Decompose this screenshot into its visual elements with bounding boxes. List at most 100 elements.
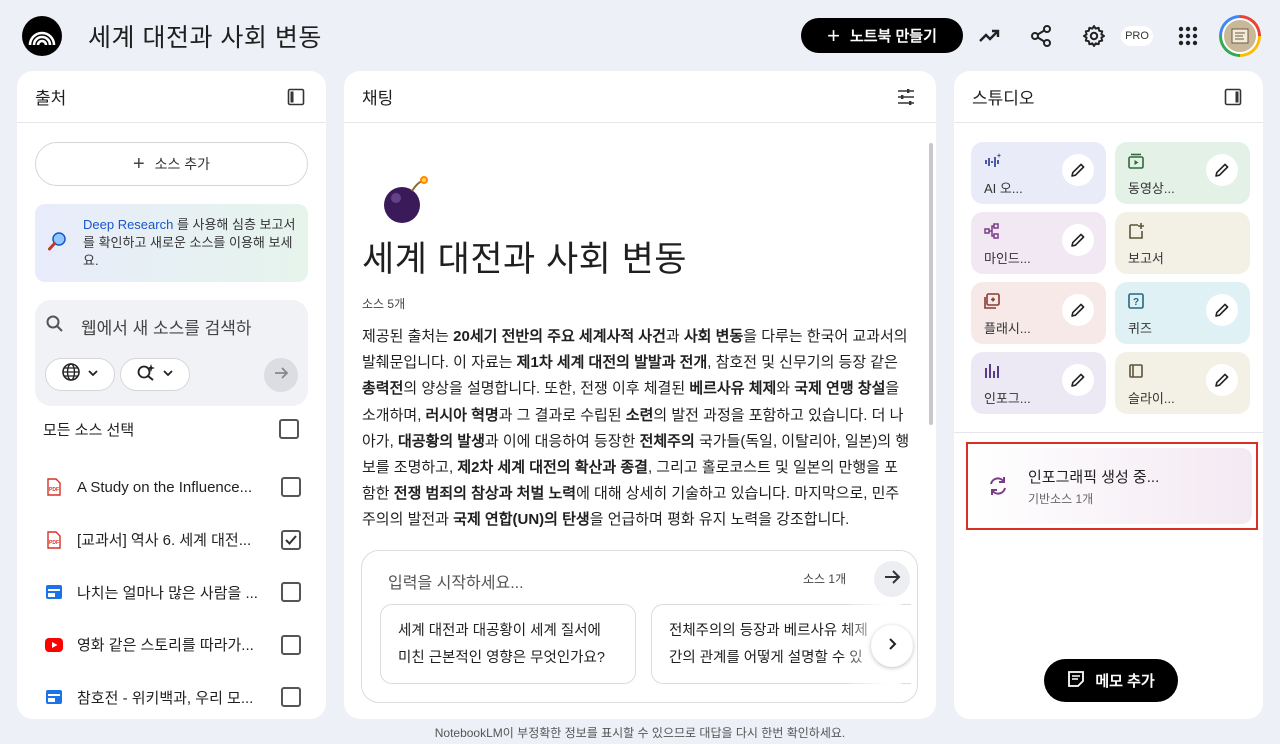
search-submit-button[interactable] (264, 358, 298, 392)
studio-tile[interactable]: AI 오... (971, 142, 1106, 204)
studio-tile[interactable]: 보고서 (1115, 212, 1250, 274)
studio-tile[interactable]: 플래시... (971, 282, 1106, 344)
collapse-panel-icon[interactable] (284, 85, 308, 109)
chevron-down-icon (162, 366, 174, 384)
create-notebook-button[interactable]: + 노트북 만들기 (801, 18, 963, 53)
select-all-checkbox[interactable] (279, 419, 299, 439)
notebook-title[interactable]: 세계 대전과 사회 변동 (88, 18, 322, 54)
quiz-icon: ? (1127, 292, 1145, 315)
infographic-generating-card[interactable]: 인포그래픽 생성 중... 기반소스 1개 (966, 442, 1258, 530)
send-button[interactable] (874, 561, 910, 597)
web-source-type-dropdown[interactable] (45, 358, 115, 391)
report-icon (1127, 222, 1145, 245)
footer-disclaimer: NotebookLM이 부정확한 정보를 표시할 수 있으므로 대답을 다시 한… (434, 726, 846, 740)
sparkle-search-icon (136, 362, 156, 387)
arrow-right-icon (272, 364, 290, 387)
source-item[interactable]: 나치는 얼마나 많은 사람을 ... (45, 566, 301, 619)
flashcard-icon (983, 292, 1001, 315)
summary-bold-text: 제2차 세계 대전의 확산과 종결 (457, 459, 648, 477)
chat-scrollbar[interactable] (929, 143, 933, 425)
video-icon (1127, 152, 1145, 175)
source-item-label: [교과서] 역사 6. 세계 대전... (77, 532, 252, 550)
pencil-edit-icon[interactable] (1062, 224, 1094, 256)
studio-tile[interactable]: 동영상... (1115, 142, 1250, 204)
source-item[interactable]: 영화 같은 스토리를 따라가... (45, 619, 301, 672)
studio-tile-label: 퀴즈 (1128, 321, 1152, 336)
pencil-edit-icon[interactable] (1062, 364, 1094, 396)
divider (954, 432, 1263, 433)
deep-research-banner[interactable]: Deep Research 를 사용해 심층 보고서를 확인하고 새로운 소스를… (35, 204, 308, 282)
pencil-edit-icon[interactable] (1062, 294, 1094, 326)
deep-research-text: Deep Research 를 사용해 심층 보고서를 확인하고 새로운 소스를… (83, 216, 296, 270)
source-checkbox-checked[interactable] (281, 529, 301, 550)
avatar-image (1222, 18, 1258, 54)
source-list: PDF A Study on the Influence... PDF [교과서… (45, 461, 301, 719)
studio-tile-label: 슬라이... (1128, 391, 1175, 406)
svg-text:PDF: PDF (49, 487, 59, 493)
add-source-button[interactable]: + 소스 추가 (35, 142, 308, 186)
source-checkbox[interactable] (281, 477, 301, 498)
suggested-question-line: 세계 대전과 대공황이 세계 질서에 (398, 623, 601, 639)
web-search-input[interactable]: 웹에서 새 소스를 검색하 (81, 314, 252, 339)
notebook-heading: 세계 대전과 사회 변동 (362, 240, 687, 279)
summary-bold-text: 베르사유 체제 (689, 380, 777, 398)
web-source-search-box: 웹에서 새 소스를 검색하 (35, 300, 308, 406)
suggested-question-line: 미친 근본적인 영향은 무엇인가요? (398, 650, 605, 666)
deep-research-link[interactable]: Deep Research (83, 217, 173, 232)
studio-tile[interactable]: 마인드... (971, 212, 1106, 274)
chat-header: 채팅 (344, 71, 936, 123)
summary-bold-text: 제1차 세계 대전의 발발과 전개 (516, 354, 708, 372)
studio-tile[interactable]: 인포그... (971, 352, 1106, 414)
analytics-icon[interactable] (973, 20, 1005, 52)
source-checkbox[interactable] (281, 687, 301, 708)
pencil-edit-icon[interactable] (1206, 364, 1238, 396)
source-checkbox[interactable] (281, 634, 301, 655)
tune-settings-icon[interactable] (894, 85, 918, 109)
apps-grid-icon[interactable] (1172, 20, 1204, 52)
summary-bold-text: 국제 연합(UN)의 탄생 (453, 511, 590, 529)
pencil-edit-icon[interactable] (1206, 294, 1238, 326)
summary-bold-text: 소련 (625, 406, 654, 424)
research-mode-dropdown[interactable] (120, 358, 190, 391)
studio-tile-label: 동영상... (1128, 181, 1175, 196)
sources-panel: 출처 + 소스 추가 Deep Research 를 사용해 심층 보고서를 확… (17, 71, 326, 719)
chat-input[interactable]: 입력을 시작하세요... (388, 569, 524, 593)
source-item[interactable]: PDF A Study on the Influence... (45, 461, 301, 514)
select-all-sources[interactable]: 모든 소스 선택 (43, 415, 299, 443)
mindmap-icon (983, 222, 1001, 245)
settings-gear-icon[interactable] (1078, 20, 1110, 52)
suggested-question[interactable]: 세계 대전과 대공황이 세계 질서에 미친 근본적인 영향은 무엇인가요? (380, 604, 636, 684)
summary-text: 과 (665, 328, 684, 345)
user-avatar[interactable] (1219, 15, 1261, 57)
share-icon[interactable] (1025, 20, 1057, 52)
chat-scroll-area[interactable]: 세계 대전과 사회 변동 소스 5개 제공된 출처는 20세기 전반의 주요 세… (362, 123, 917, 619)
next-suggestions-button[interactable] (871, 625, 913, 667)
studio-tile[interactable]: ? 퀴즈 (1115, 282, 1250, 344)
summary-bold-text: 전쟁 범죄의 참상과 처벌 노력 (393, 485, 577, 503)
chat-source-count: 소스 1개 (803, 572, 847, 586)
source-item[interactable]: PDF [교과서] 역사 6. 세계 대전... (45, 514, 301, 567)
pencil-edit-icon[interactable] (1206, 154, 1238, 186)
arrow-right-icon (882, 567, 902, 592)
sources-header: 출처 (17, 71, 326, 123)
source-item-label: A Study on the Influence... (77, 478, 253, 496)
notebooklm-logo-icon[interactable] (22, 16, 62, 56)
collapse-panel-icon[interactable] (1221, 85, 1245, 109)
studio-tile[interactable]: 슬라이... (1115, 352, 1250, 414)
plus-icon: + (827, 22, 840, 48)
pencil-edit-icon[interactable] (1062, 154, 1094, 186)
add-memo-button[interactable]: 메모 추가 (1044, 659, 1178, 702)
search-icon (45, 314, 65, 339)
slides-icon (1127, 362, 1145, 385)
web-page-icon (45, 583, 63, 601)
studio-tile-label: AI 오... (984, 181, 1023, 196)
summary-bold-text: 총력전 (362, 380, 404, 398)
checkmark-icon (285, 535, 297, 545)
source-item[interactable]: 참호전 - 위키백과, 우리 모... (45, 671, 301, 719)
summary-bold-text: 대공황의 발생 (397, 432, 485, 450)
studio-tile-label: 인포그... (984, 391, 1031, 406)
svg-text:PDF: PDF (49, 540, 59, 546)
source-checkbox[interactable] (281, 582, 301, 603)
pdf-icon: PDF (45, 478, 63, 496)
summary-text: 을 언급하며 평화 유지 노력을 강조합니다. (589, 511, 850, 529)
